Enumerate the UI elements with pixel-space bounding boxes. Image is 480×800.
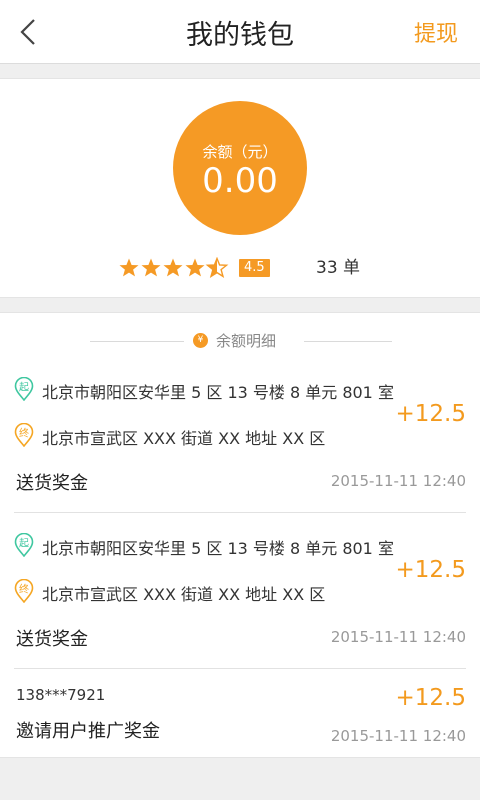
star-rating-icon [119,257,228,278]
withdraw-button[interactable]: 提现 [414,16,458,48]
reward-description: 邀请用户推广奖金 [16,721,160,742]
balance-summary: 余额（元） 0.00 4.5 星 33 单 [0,78,480,298]
page-title: 我的钱包 [186,20,294,51]
end-address: 北京市宣武区 XXX 街道 XX 地址 XX 区 [42,429,326,448]
list-item[interactable]: 起 北京市朝阳区安华里 5 区 13 号楼 8 单元 801 室 终 北京市宣武… [0,361,480,513]
order-count: 33 单 [316,258,361,278]
balance-amount: 0.00 [202,161,278,201]
rating-badge: 4.5 星 [239,259,270,293]
end-pin-icon: 终 [14,423,34,447]
divider-right [304,341,392,342]
start-address: 北京市朝阳区安华里 5 区 13 号楼 8 单元 801 室 [42,539,394,558]
end-address: 北京市宣武区 XXX 街道 XX 地址 XX 区 [42,585,326,604]
reward-description: 送货奖金 [16,473,88,494]
app-header: 我的钱包 提现 [0,0,480,64]
svg-text:终: 终 [19,427,29,440]
start-pin-icon: 起 [14,533,34,557]
balance-detail-list: ¥ 余额明细 起 北京市朝阳区安华里 5 区 13 号楼 8 单元 801 室 … [0,312,480,758]
svg-text:起: 起 [19,382,29,394]
reward-amount: +12.5 [395,401,466,427]
reward-amount: +12.5 [395,557,466,583]
start-pin-icon: 起 [14,377,34,401]
balance-circle: 余额（元） 0.00 [173,101,307,235]
svg-text:终: 终 [19,583,29,596]
svg-text:起: 起 [19,538,29,550]
divider-left [90,341,184,342]
balance-label: 余额（元） [202,143,278,161]
start-address: 北京市朝阳区安华里 5 区 13 号楼 8 单元 801 室 [42,383,394,402]
section-header: ¥ 余额明细 [0,327,480,355]
reward-description: 送货奖金 [16,629,88,650]
invited-phone: 138***7921 [16,686,106,704]
section-title: 余额明细 [216,332,277,350]
list-item[interactable]: 138***7921 +12.5 邀请用户推广奖金 2015-11-11 12:… [0,669,480,759]
reward-time: 2015-11-11 12:40 [330,727,466,745]
list-item[interactable]: 起 北京市朝阳区安华里 5 区 13 号楼 8 单元 801 室 终 北京市宣武… [0,513,480,669]
end-pin-icon: 终 [14,579,34,603]
yen-icon: ¥ [193,333,208,348]
reward-amount: +12.5 [395,685,466,711]
reward-time: 2015-11-11 12:40 [330,628,466,646]
reward-time: 2015-11-11 12:40 [330,472,466,490]
